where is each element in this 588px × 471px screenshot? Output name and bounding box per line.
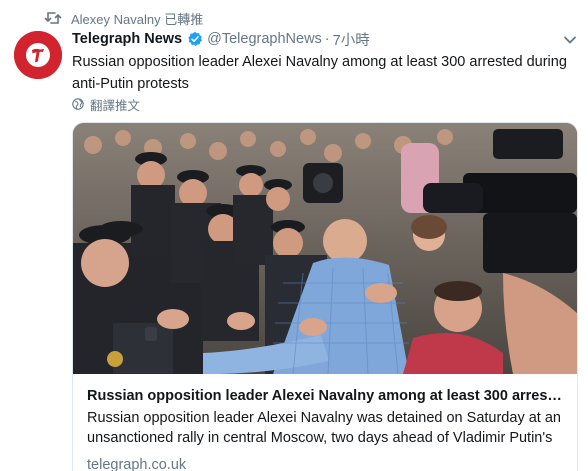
user-handle[interactable]: @TelegraphNews: [207, 31, 322, 47]
chevron-down-icon[interactable]: [563, 33, 577, 45]
tweet-header: Telegraph News @TelegraphNews · 7小時: [72, 29, 370, 49]
card-image[interactable]: [73, 123, 577, 374]
tweet-text: Russian opposition leader Alexei Navalny…: [72, 54, 567, 92]
telegraph-t-logo: [14, 31, 62, 79]
card-domain[interactable]: telegraph.co.uk: [87, 455, 563, 471]
retweeter-label[interactable]: Alexey Navalny 已轉推: [71, 9, 203, 28]
card-title[interactable]: Russian opposition leader Alexei Navalny…: [87, 386, 563, 406]
retweet-icon: [44, 11, 62, 25]
retweet-context[interactable]: Alexey Navalny 已轉推: [44, 9, 203, 27]
header-separator: ·: [324, 31, 330, 47]
translate-label[interactable]: 翻譯推文: [90, 95, 140, 114]
verified-badge-icon: [187, 31, 203, 47]
translate-tweet-link[interactable]: 翻譯推文: [72, 95, 140, 114]
avatar[interactable]: [14, 31, 62, 79]
card-description: Russian opposition leader Alexei Navalny…: [87, 410, 561, 446]
link-card[interactable]: Russian opposition leader Alexei Navalny…: [72, 122, 578, 471]
globe-icon: [72, 98, 84, 110]
card-body[interactable]: Russian opposition leader Alexei Navalny…: [73, 375, 577, 471]
display-name[interactable]: Telegraph News: [72, 31, 182, 47]
tweet-timestamp[interactable]: 7小時: [333, 29, 370, 50]
